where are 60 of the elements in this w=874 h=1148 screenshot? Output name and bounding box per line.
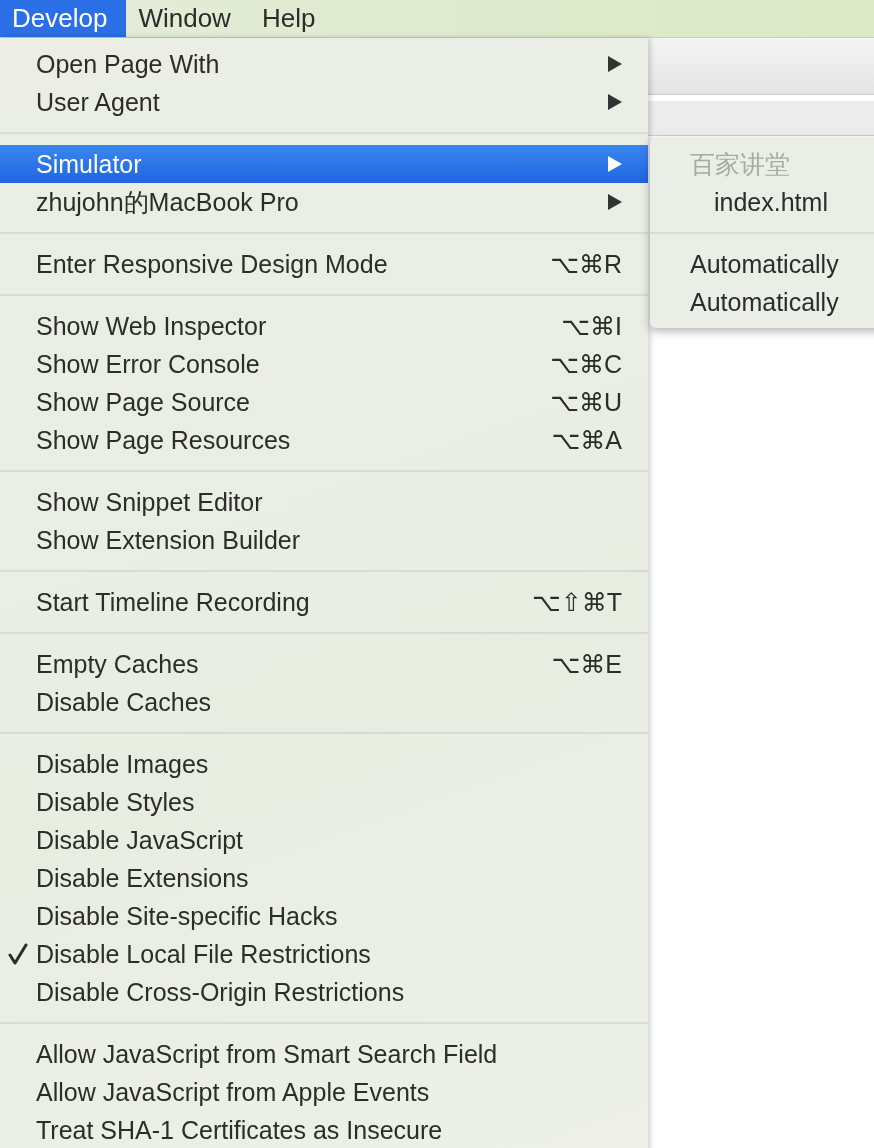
shortcut-label: ⌥⌘U (550, 387, 622, 417)
menu-item-label: Start Timeline Recording (36, 587, 311, 617)
shortcut-label: ⌥⇧⌘T (531, 587, 622, 617)
menu-item-label: Disable Site-specific Hacks (36, 901, 339, 931)
shortcut-label: ⌥⌘R (550, 249, 622, 279)
menu-item-label: Allow JavaScript from Smart Search Field (36, 1039, 499, 1069)
menu-item-label: Open Page With (36, 49, 221, 79)
menu-item[interactable]: Disable Styles (0, 783, 648, 821)
menu-item-label: Show Snippet Editor (36, 487, 264, 517)
shortcut-label: ⌥⌘A (551, 425, 622, 455)
menu-item-label: Treat SHA-1 Certificates as Insecure (36, 1115, 444, 1145)
menu-item-label: Empty Caches (36, 649, 200, 679)
menu-item-label: Disable JavaScript (36, 825, 245, 855)
menu-item-label: Disable Local File Restrictions (36, 939, 372, 969)
menu-bar-item[interactable]: Develop (0, 0, 127, 37)
menu-item-label: Disable Extensions (36, 863, 250, 893)
menu-item[interactable]: Show Extension Builder (0, 521, 648, 559)
shortcut-label: ⌥⌘E (551, 649, 622, 679)
menu-item[interactable]: Disable JavaScript (0, 821, 648, 859)
menu-item-label: Enter Responsive Design Mode (36, 249, 389, 279)
menu-item-label: zhujohn的MacBook Pro (36, 186, 300, 218)
menu-item[interactable]: Show Web Inspector ⌥⌘I (0, 307, 648, 345)
menu-item[interactable]: Disable Cross-Origin Restrictions (0, 973, 648, 1011)
menu-item[interactable]: Disable Site-specific Hacks (0, 897, 648, 935)
menu-bar-item[interactable]: Help (249, 0, 335, 37)
menu-item-label: User Agent (36, 87, 161, 117)
menu-item[interactable]: Disable Caches (0, 683, 648, 721)
menu-item[interactable]: Show Page Resources ⌥⌘A (0, 421, 648, 459)
menu-bar-item[interactable]: Window (126, 0, 250, 37)
menu-item-label: Show Web Inspector (36, 311, 268, 341)
menu-item-label: Allow JavaScript from Apple Events (36, 1077, 431, 1107)
menu-item[interactable]: Start Timeline Recording ⌥⇧⌘T (0, 583, 648, 621)
menu-item[interactable]: Disable Local File Restrictions (0, 935, 648, 973)
menu-item[interactable]: Show Snippet Editor (0, 483, 648, 521)
menu-item-label: Disable Caches (36, 687, 213, 717)
menu-item[interactable]: Enter Responsive Design Mode ⌥⌘R (0, 245, 648, 283)
shortcut-label: ⌥⌘C (550, 349, 622, 379)
menu-item[interactable]: Show Error Console ⌥⌘C (0, 345, 648, 383)
menu-item-label: Disable Styles (36, 787, 196, 817)
menu-item-label: Disable Cross-Origin Restrictions (36, 977, 406, 1007)
shortcut-label: ⌥⌘I (561, 311, 622, 341)
menu-item-label: Show Page Source (36, 387, 252, 417)
menu-item-label: Show Page Resources (36, 425, 292, 455)
menu-item[interactable]: Open Page With (0, 45, 648, 83)
menu-item[interactable]: zhujohn的MacBook Pro (0, 183, 648, 221)
submenu-item[interactable]: Automatically (650, 283, 874, 321)
menu-item[interactable]: Empty Caches ⌥⌘E (0, 645, 648, 683)
menu-item[interactable]: Simulator (0, 145, 648, 183)
menu-item-label: Show Error Console (36, 349, 261, 379)
menu-item[interactable]: User Agent (0, 83, 648, 121)
menu-item-label: Show Extension Builder (36, 525, 302, 555)
menu-item[interactable]: Allow JavaScript from Apple Events (0, 1073, 648, 1111)
menu-item-label: Disable Images (36, 749, 210, 779)
menu-item-label: Simulator (36, 149, 143, 179)
submenu-item[interactable]: Automatically (650, 245, 874, 283)
menu-item[interactable]: Show Page Source ⌥⌘U (0, 383, 648, 421)
menu-item[interactable]: Disable Images (0, 745, 648, 783)
menu-item[interactable]: Treat SHA-1 Certificates as Insecure (0, 1111, 648, 1148)
menu-item[interactable]: Allow JavaScript from Smart Search Field (0, 1035, 648, 1073)
menu-item[interactable]: Disable Extensions (0, 859, 648, 897)
